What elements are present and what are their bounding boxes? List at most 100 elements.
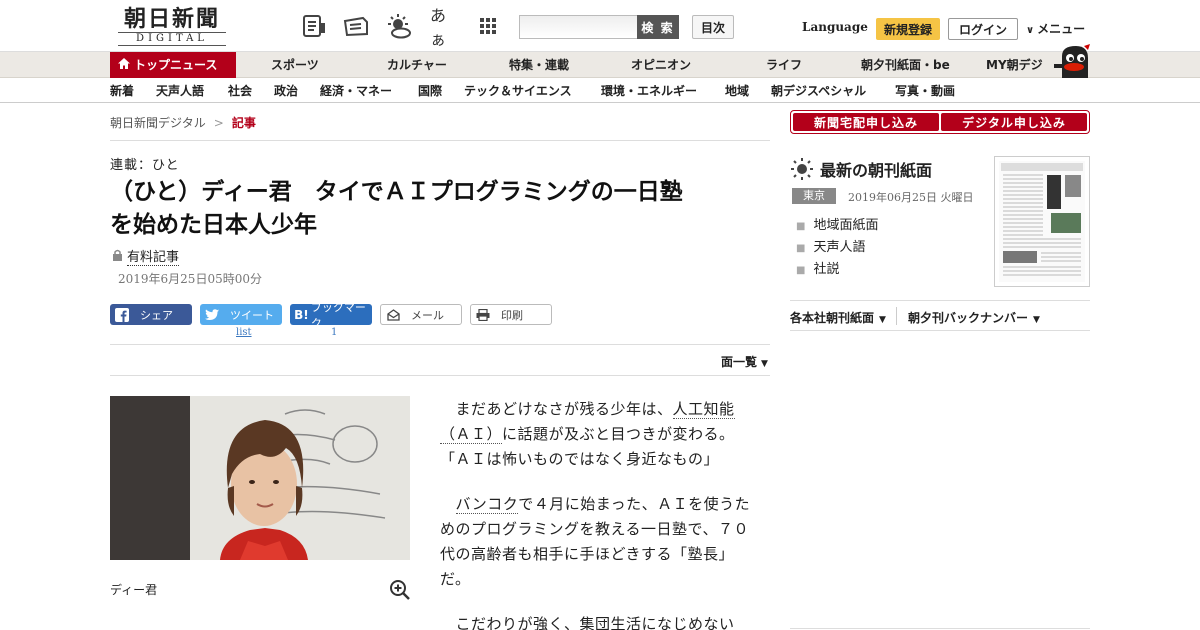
twitter-label: ツイート [230,308,274,322]
login-button[interactable]: ログイン [948,18,1018,40]
nav-my-asahi[interactable]: MY朝デジ [986,52,1043,78]
mail-share-button[interactable]: メール [380,304,462,325]
hatena-bookmark-button[interactable]: B! ブックマーク [290,301,372,330]
title-line-2: を始めた日本人少年 [110,212,317,238]
weather-icon[interactable] [386,13,412,39]
list-icon[interactable] [301,13,327,39]
bullet-icon: ■ [796,265,806,276]
facebook-icon [114,307,130,323]
layout-toggle[interactable]: 面一覧 ▼ [721,353,768,370]
search-button[interactable]: 検 索 [637,15,679,39]
layout-toggle-label: 面一覧 [721,355,758,369]
paper-thumbnail[interactable] [994,156,1090,287]
logo-ja: 朝日新聞 [123,6,220,32]
nav-top-news-label: トップニュース [134,58,218,72]
subnav-latest[interactable]: 新着 [110,79,134,103]
keyword-link[interactable]: バンコク [455,495,519,514]
subscribe-paper-button[interactable]: 新聞宅配申し込み [793,113,939,131]
sub-nav: 新着 天声人語 社会 政治 経済・マネー 国際 テック＆サイエンス 環境・エネル… [0,79,1200,103]
keyword-link[interactable]: （ＡＩ） [440,425,503,444]
paid-label[interactable]: 有料記事 [127,250,180,266]
sidebar-link-tensei[interactable]: ■ 天声人語 [796,236,865,255]
nav-opinion[interactable]: オピニオン [631,52,691,78]
nav-top-news[interactable]: トップニュース [110,52,236,78]
subnav-society[interactable]: 社会 [228,79,252,103]
main-nav: トップニュース スポーツ カルチャー 特集・連載 オピニオン ライフ 朝夕刊紙面… [0,52,1200,78]
article-title: （ひと）ディー君 タイでＡＩプログラミングの一日塾 を始めた日本人少年 [110,176,770,242]
nav-sports[interactable]: スポーツ [271,52,319,78]
paid-badge: 有料記事 [112,246,180,266]
sidebar-link-label: 社説 [813,262,840,277]
logo-en: DIGITAL [118,32,226,46]
divider [110,344,770,345]
divider [790,628,1090,629]
region-badge: 東京 [792,188,836,204]
subnav-region[interactable]: 地域 [725,79,749,103]
subnav-tech[interactable]: テック＆サイエンス [464,79,572,103]
sun-icon [791,158,813,180]
regional-papers-label: 各本社朝刊紙面 [790,311,875,325]
subnav-politics[interactable]: 政治 [274,79,298,103]
subnav-special[interactable]: 朝デジスペシャル [771,79,866,103]
subnav-international[interactable]: 国際 [418,79,442,103]
backnumber-dropdown[interactable]: 朝夕刊バックナンバー ▼ [908,309,1040,326]
sidebar-link-region[interactable]: ■ 地域面紙面 [796,214,878,233]
nav-papers[interactable]: 朝夕刊紙面・be [861,52,950,78]
triangle-down-icon: ▼ [1033,315,1040,325]
print-icon [475,307,491,323]
site-header: 朝日新聞 DIGITAL あぁ 検 索 目次 Language 新規登録 ログイ… [0,0,1200,52]
photo-caption: ディー君 [110,583,158,597]
paragraph: こだわりが強く、集団生活になじめない [440,612,752,630]
bullet-icon: ■ [796,221,806,232]
divider [110,375,770,376]
paper-date: 2019年06月25日 火曜日 [848,191,974,204]
language-link[interactable]: Language [802,20,868,34]
print-button[interactable]: 印刷 [470,304,552,325]
nav-features[interactable]: 特集・連載 [509,52,569,78]
grid-icon[interactable] [475,13,501,39]
search-input[interactable] [519,15,637,39]
latest-paper-heading[interactable]: 最新の朝刊紙面 [790,157,932,181]
subnav-economy[interactable]: 経済・マネー [320,79,392,103]
hatena-count[interactable]: 1 [331,327,337,338]
title-line-1: （ひと）ディー君 タイでＡＩプログラミングの一日塾 [110,179,683,205]
hatena-label: ブックマーク [310,300,366,330]
divider [110,140,770,141]
font-size-icon[interactable]: あぁ [430,6,456,49]
backnumber-label: 朝夕刊バックナンバー [908,311,1029,325]
text-run: こだわりが強く、集団生活になじめない [455,615,735,630]
article-photo[interactable] [110,396,410,560]
sidebar-link-editorial[interactable]: ■ 社説 [796,258,839,277]
subnav-tensei[interactable]: 天声人語 [156,79,204,103]
latest-paper-title: 最新の朝刊紙面 [820,161,933,180]
site-logo[interactable]: 朝日新聞 DIGITAL [112,6,232,48]
keyword-link[interactable]: 人工知能 [672,400,735,419]
chevron-down-icon: ∨ [1026,25,1035,36]
newspaper-icon[interactable] [343,13,369,39]
register-button[interactable]: 新規登録 [876,18,940,40]
regional-papers-dropdown[interactable]: 各本社朝刊紙面 ▼ [790,309,886,326]
mascot-icon[interactable] [1054,44,1094,78]
paragraph: バンコクで４月に始まった、ＡＩを使うためのプログラミングを教える一日塾で、７０代… [440,492,752,592]
subscribe-digital-button[interactable]: デジタル申し込み [941,113,1087,131]
lock-icon [113,249,122,261]
triangle-down-icon: ▼ [761,359,768,369]
publish-date: 2019年6月25日05時00分 [118,272,262,286]
breadcrumb-separator: > [213,116,224,130]
subnav-photo[interactable]: 写真・動画 [895,79,955,103]
series-label[interactable]: 連載：ひと [110,154,180,173]
paragraph: まだあどけなさが残る少年は、人工知能（ＡＩ）に話題が及ぶと目つきが変わる。「ＡＩ… [440,397,752,472]
toc-button[interactable]: 目次 [692,15,734,39]
nav-culture[interactable]: カルチャー [387,52,447,78]
breadcrumb-current: 記事 [231,116,256,130]
zoom-in-icon[interactable] [389,579,411,601]
facebook-share-button[interactable]: シェア [110,304,192,325]
subnav-environment[interactable]: 環境・エネルギー [601,79,697,103]
menu-button[interactable]: ∨ メニュー [1026,20,1085,37]
twitter-share-button[interactable]: ツイート [200,304,282,325]
breadcrumb-home[interactable]: 朝日新聞デジタル [110,116,206,130]
breadcrumb: 朝日新聞デジタル > 記事 [110,114,256,131]
nav-life[interactable]: ライフ [766,52,802,78]
facebook-label: シェア [140,308,173,322]
twitter-count[interactable]: list [236,327,252,338]
